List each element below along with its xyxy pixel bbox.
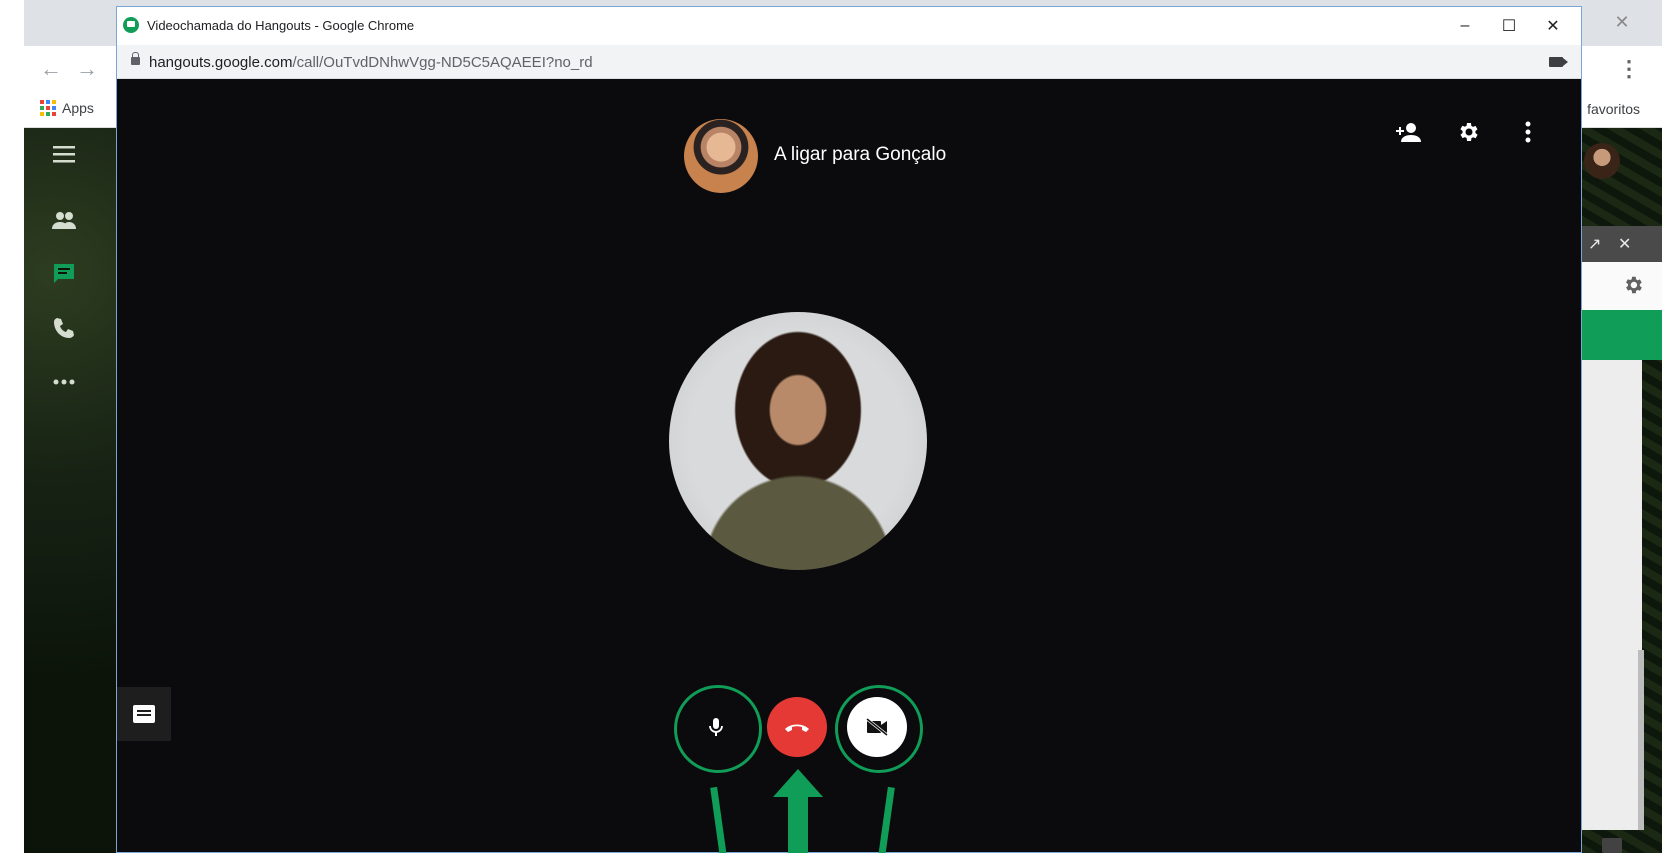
microphone-icon [709, 718, 723, 736]
chat-panel-header: ↗ ✕ [1582, 226, 1662, 262]
chat-panel-scrollbar[interactable] [1638, 650, 1644, 830]
browser-menu-icon[interactable]: ⋮ [1618, 56, 1640, 82]
chat-bubble-icon [133, 705, 155, 723]
chat-panel-body [1582, 360, 1642, 830]
hangouts-call-window: Videochamada do Hangouts - Google Chrome… [116, 6, 1582, 853]
chat-panel-banner[interactable] [1582, 310, 1662, 360]
minimize-button[interactable]: – [1445, 13, 1485, 39]
account-avatar[interactable] [1584, 143, 1620, 179]
url-path: /call/OuTvdDNhwVgg-ND5C5AQAEEI?no_rd [292, 54, 593, 71]
forward-arrow-icon[interactable]: → [76, 56, 98, 82]
background-close-icon[interactable]: ✕ [1612, 12, 1632, 32]
annotation-arrow-right [878, 786, 895, 853]
bookmarks-overflow-label[interactable]: favoritos [1587, 101, 1640, 117]
menu-icon[interactable] [50, 140, 78, 168]
desktop-screenshot: ✕ ← → ⋮ Apps favoritos ↗ ✕ Videochamada … [0, 0, 1662, 853]
hang-up-icon [785, 724, 809, 732]
chat-icon[interactable] [50, 260, 78, 288]
call-top-actions [1395, 119, 1541, 145]
contacts-icon[interactable] [50, 206, 78, 234]
back-arrow-icon[interactable]: ← [40, 56, 62, 82]
panel-close-icon[interactable]: ✕ [1618, 234, 1631, 254]
more-vert-icon[interactable] [1515, 119, 1541, 145]
url-text[interactable]: hangouts.google.com/call/OuTvdDNhwVgg-ND… [149, 54, 593, 71]
url-domain: hangouts.google.com [149, 54, 293, 71]
expand-icon[interactable]: ↗ [1588, 234, 1601, 254]
callee-avatar [684, 119, 758, 193]
camera-off-button[interactable] [847, 697, 907, 757]
annotation-arrow-left [710, 786, 727, 853]
background-nav: ← → [40, 56, 98, 82]
call-status-text: A ligar para Gonçalo [774, 144, 947, 165]
window-titlebar: Videochamada do Hangouts - Google Chrome… [117, 7, 1581, 45]
video-off-icon [866, 718, 888, 736]
apps-grid-icon [40, 100, 56, 116]
apps-shortcut[interactable]: Apps [40, 100, 94, 116]
window-title: Videochamada do Hangouts - Google Chrome [147, 18, 415, 33]
mute-microphone-button[interactable] [686, 697, 746, 757]
annotation-arrow-center [771, 767, 825, 853]
maximize-button[interactable]: ☐ [1489, 13, 1529, 39]
address-bar[interactable]: hangouts.google.com/call/OuTvdDNhwVgg-ND… [117, 45, 1581, 79]
window-close-button[interactable]: ✕ [1533, 13, 1573, 39]
more-icon[interactable] [50, 368, 78, 396]
hang-up-button[interactable] [767, 697, 827, 757]
apps-label: Apps [62, 100, 94, 116]
add-person-icon[interactable] [1395, 119, 1421, 145]
chat-panel-toolbar [1582, 262, 1662, 310]
phone-icon[interactable] [50, 314, 78, 342]
hangouts-favicon-icon [123, 17, 139, 33]
camera-in-use-icon[interactable] [1549, 57, 1568, 67]
image-attach-icon[interactable] [1602, 838, 1622, 853]
panel-settings-icon[interactable] [1622, 274, 1644, 302]
self-avatar [669, 312, 927, 570]
lock-icon [131, 52, 140, 65]
hangouts-left-rail [24, 128, 116, 853]
settings-icon[interactable] [1455, 119, 1481, 145]
chat-toggle-button[interactable] [117, 687, 171, 741]
